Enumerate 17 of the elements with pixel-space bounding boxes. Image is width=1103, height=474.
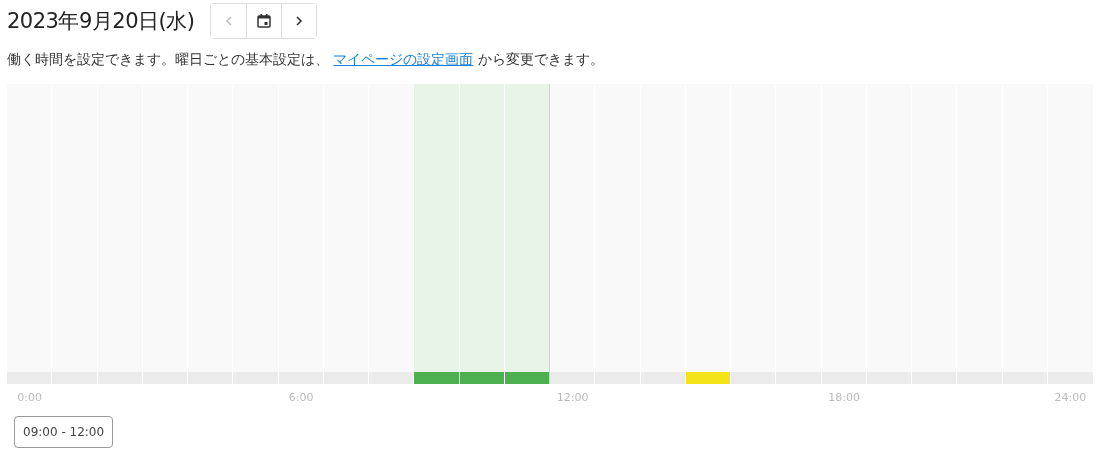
hour-column[interactable] xyxy=(640,84,686,384)
axis-label: 0:00 xyxy=(17,390,42,404)
hour-column[interactable] xyxy=(685,84,731,384)
axis-label: 18:00 xyxy=(828,390,860,404)
settings-link[interactable]: マイページの設定画面 xyxy=(333,51,474,67)
hour-column[interactable] xyxy=(504,84,550,384)
axis-label: 12:00 xyxy=(556,390,589,404)
axis-label: 6:00 xyxy=(288,390,314,404)
hour-column[interactable] xyxy=(459,84,505,384)
hour-column[interactable] xyxy=(550,84,596,384)
calendar-icon xyxy=(256,13,273,29)
time-range-button[interactable]: 09:00 - 12:00 xyxy=(14,416,114,448)
hour-column[interactable] xyxy=(731,84,777,384)
description-text: 働く時間を設定できます。曜日ごとの基本設定は、 マイページの設定画面 から変更できます。 xyxy=(7,51,605,69)
hour-column[interactable] xyxy=(414,84,460,384)
axis-label: 24:00 xyxy=(1054,390,1087,404)
date-title: 2023年9月20日(水) xyxy=(7,8,195,35)
